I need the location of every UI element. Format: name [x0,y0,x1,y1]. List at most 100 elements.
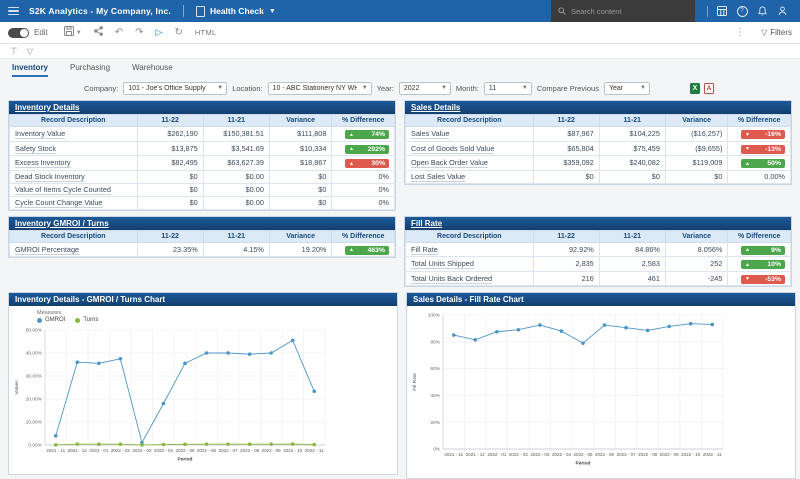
percent-difference-cell: 0% [332,196,395,209]
export-pdf-icon[interactable]: A [704,83,714,94]
refresh-icon[interactable]: ↻ [174,28,182,38]
legend-title: Measures [37,310,395,316]
panel-title-gmroi-turns: Inventory GMROI / Turns [9,217,395,230]
data-point [710,323,714,327]
data-point [54,434,58,438]
column-header: 11-22 [137,115,203,127]
filter-select-location[interactable]: 10 - ABC Stationery NY WH▼ [268,82,372,95]
filter-select-compare-previous[interactable]: Year▼ [604,82,650,95]
column-header: 11-22 [533,230,599,242]
document-title[interactable]: Health Check [210,6,264,16]
arrow-down-icon: ▼ [745,146,750,152]
record-description[interactable]: Value of Items Cycle Counted [10,183,138,196]
chevron-down-icon: ▼ [522,85,528,91]
value-cell: $0 [665,170,728,183]
html-button[interactable]: HTML [195,29,217,37]
percent-difference-cell: ▼-53% [728,271,791,286]
inventory-details-table: Record Description11-2211-21Variance% Di… [9,114,395,210]
column-header: % Difference [728,230,791,242]
svg-text:2022 - 09: 2022 - 09 [660,452,680,457]
notifications-bell-icon[interactable] [752,0,772,22]
apps-grid-icon[interactable] [712,0,732,22]
funnel-outline-icon[interactable]: ▽ [27,47,33,56]
series-line-gmroi [56,340,314,442]
filter-value-year: 2022 [404,85,420,92]
export-excel-icon[interactable]: X [690,83,700,94]
filters-label: Filters [770,28,792,37]
value-cell: $0 [599,170,665,183]
value-cell: $111,808 [269,127,332,142]
svg-text:80%: 80% [430,339,440,345]
column-header: Variance [269,230,332,242]
tab-inventory[interactable]: Inventory [12,63,48,77]
svg-text:Fill Rate: Fill Rate [412,373,418,391]
filter-select-company[interactable]: 101 - Joe's Office Supply▼ [123,82,227,95]
gmroi-turns-panel: Inventory GMROI / Turns Record Descripti… [8,216,396,259]
arrow-up-icon: ▲ [745,247,750,253]
data-point [54,443,58,447]
filter-label-month: Month: [456,84,479,93]
percent-difference-cell: 0% [332,183,395,196]
tables-row-2: Inventory GMROI / Turns Record Descripti… [0,216,800,288]
percent-difference-cell: ▲9% [728,242,791,257]
edit-toggle[interactable] [8,28,29,38]
record-description[interactable]: Inventory Value [10,127,138,142]
filter-list-icon[interactable]: ⊤ [10,46,18,57]
dashboard-tabs: Inventory Purchasing Warehouse [0,59,800,77]
redo-icon[interactable]: ↷ [135,28,143,38]
tab-warehouse[interactable]: Warehouse [132,63,173,77]
panel-title-sales-details: Sales Details [405,101,791,114]
percent-difference-cell: 0.00% [728,170,791,183]
share-icon[interactable] [94,26,103,39]
filter-select-month[interactable]: 11▼ [484,82,532,95]
svg-text:2022 - 06: 2022 - 06 [197,448,217,453]
record-description[interactable]: Excess Inventory [10,156,138,171]
record-description[interactable]: Open Back Order Value [406,156,534,171]
column-header: 11-21 [203,115,269,127]
record-description[interactable]: GMROI Percentage [10,242,138,257]
record-description[interactable]: Total Units Shipped [406,257,534,272]
value-cell: $240,082 [599,156,665,171]
column-header: 11-22 [137,230,203,242]
sales-details-panel: Sales Details Record Description11-2211-… [404,100,792,185]
value-cell: $0 [533,170,599,183]
data-point [183,442,187,446]
more-options-icon[interactable]: ⋮ [735,28,745,38]
user-icon[interactable] [772,0,792,22]
record-description[interactable]: Safety Stock [10,141,138,156]
fill-rate-chart: 0%20%40%60%80%100%2021 - 112021 - 122022… [409,308,793,478]
record-description[interactable]: Total Units Back Ordered [406,271,534,286]
data-point [646,329,650,333]
svg-text:40.00%: 40.00% [26,351,43,357]
search-input[interactable]: Search content [551,0,695,22]
record-description[interactable]: Cycle Count Change Value [10,196,138,209]
column-header: 11-22 [533,115,599,127]
topbar-icons: ? [703,0,792,22]
data-point [97,362,101,366]
undo-icon[interactable]: ↶ [115,28,123,38]
help-icon[interactable]: ? [732,0,752,22]
record-description[interactable]: Cost of Goods Sold Value [406,141,534,156]
value-cell: $82,495 [137,156,203,171]
svg-text:2022 - 01: 2022 - 01 [89,448,109,453]
chart-title-gmroi-turns: Inventory Details - GMROI / Turns Chart [9,293,397,306]
value-cell: $10,334 [269,141,332,156]
value-cell: -245 [665,271,728,286]
save-caret-icon[interactable]: ▼ [76,30,82,36]
record-description[interactable]: Dead Stock Inventory [10,170,138,183]
filters-button[interactable]: ▽ Filters [761,28,792,37]
run-icon[interactable]: ▷ [156,28,163,37]
record-description[interactable]: Fill Rate [406,242,534,257]
tab-purchasing[interactable]: Purchasing [70,63,110,77]
legend-dot-icon [75,318,80,323]
filter-label-year: Year: [377,84,394,93]
record-description[interactable]: Sales Value [406,127,534,142]
record-description[interactable]: Lost Sales Value [406,170,534,183]
data-point [76,360,80,364]
svg-text:2022 - 11: 2022 - 11 [305,448,324,453]
filter-select-year[interactable]: 2022▼ [399,82,451,95]
chevron-down-icon[interactable]: ▼ [269,8,276,15]
menu-icon[interactable] [8,5,19,18]
data-point [538,323,542,327]
save-icon[interactable] [64,26,74,39]
